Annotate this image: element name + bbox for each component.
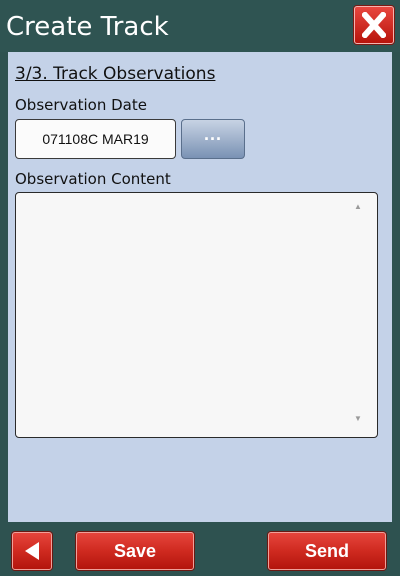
observation-content-textarea[interactable]: ▲ ▼ bbox=[15, 192, 378, 438]
close-button[interactable] bbox=[354, 6, 394, 44]
save-button[interactable]: Save bbox=[76, 532, 194, 570]
observation-content-label: Observation Content bbox=[15, 170, 171, 188]
date-picker-button[interactable]: ... bbox=[181, 119, 245, 159]
scroll-down-arrow-icon[interactable]: ▼ bbox=[354, 415, 362, 423]
title-bar: Create Track bbox=[0, 0, 400, 52]
send-button[interactable]: Send bbox=[268, 532, 386, 570]
observation-date-field[interactable]: 071108C MAR19 bbox=[15, 119, 176, 159]
bottom-toolbar: Save Send bbox=[0, 522, 400, 576]
back-button[interactable] bbox=[12, 532, 52, 570]
triangle-left-icon bbox=[25, 542, 39, 560]
form-panel: 3/3. Track Observations Observation Date… bbox=[8, 52, 392, 522]
step-title: 3/3. Track Observations bbox=[15, 64, 216, 84]
observation-date-label: Observation Date bbox=[15, 96, 147, 114]
close-x-icon bbox=[362, 12, 386, 38]
window-title: Create Track bbox=[6, 12, 169, 42]
ellipsis-label: ... bbox=[203, 124, 222, 144]
scroll-up-arrow-icon[interactable]: ▲ bbox=[354, 203, 362, 211]
